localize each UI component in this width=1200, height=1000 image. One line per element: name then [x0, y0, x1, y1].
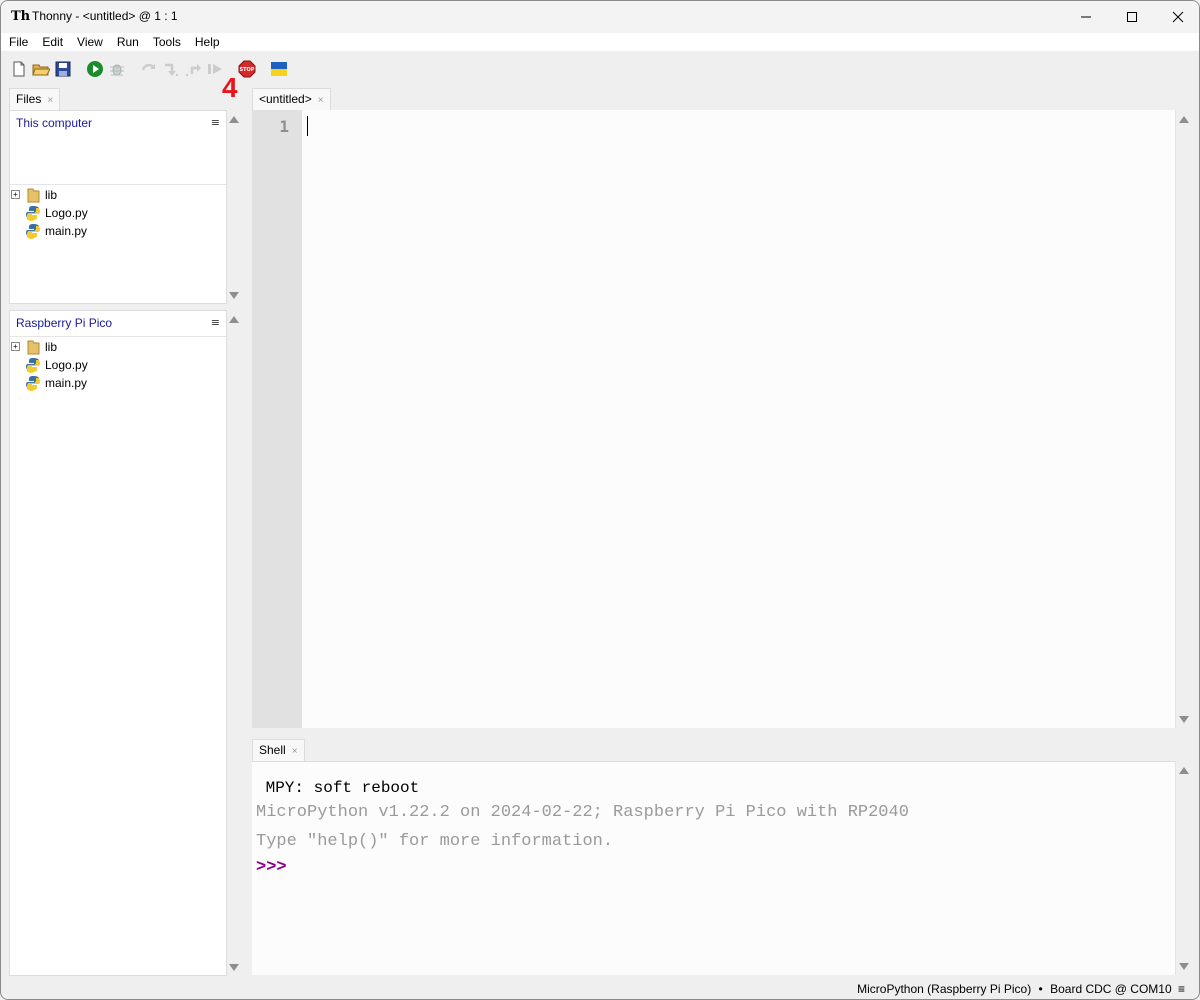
this-computer-header: This computer [16, 116, 93, 130]
port-status[interactable]: Board CDC @ COM10 [1050, 982, 1172, 996]
folder-open-icon [32, 64, 51, 76]
scroll-up-icon[interactable] [229, 316, 239, 323]
shell-line: MPY: soft reboot [256, 779, 420, 797]
file-name: lib [45, 188, 58, 202]
stop-icon: STOP [238, 60, 256, 78]
line-number-gutter: 1 [252, 110, 302, 728]
close-icon [1172, 11, 1184, 23]
menu-run[interactable]: Run [109, 33, 145, 51]
python-file-icon [26, 224, 40, 239]
close-icon[interactable]: × [318, 95, 324, 106]
save-file-button[interactable] [54, 60, 72, 78]
shell-prompt: >>> [256, 858, 287, 877]
shell-scrollbar[interactable] [1175, 761, 1191, 975]
debug-button[interactable] [108, 60, 126, 78]
stop-label: STOP [240, 67, 255, 73]
step-into-button[interactable] [162, 60, 180, 78]
run-button[interactable] [86, 60, 104, 78]
menu-help[interactable]: Help [187, 33, 226, 51]
ukraine-support-button[interactable] [270, 60, 288, 78]
new-file-button[interactable] [10, 60, 28, 78]
tab-untitled[interactable]: <untitled> × [252, 88, 331, 110]
thonny-logo-icon: Th [11, 9, 31, 24]
minimize-icon [1081, 16, 1091, 18]
close-icon[interactable]: × [47, 95, 53, 106]
title-bar: Th Thonny - <untitled> @ 1 : 1 [1, 1, 1199, 33]
close-icon[interactable]: × [292, 746, 298, 757]
window-title: Thonny - <untitled> @ 1 : 1 [32, 9, 178, 23]
tab-files[interactable]: Files × [9, 88, 61, 110]
run-icon [87, 61, 103, 77]
expand-icon[interactable]: + [11, 190, 20, 199]
close-window-button[interactable] [1155, 1, 1199, 33]
minimize-button[interactable] [1063, 1, 1109, 33]
folder-icon [27, 188, 40, 203]
python-file-icon [26, 358, 40, 373]
file-name: lib [45, 340, 58, 354]
tab-shell[interactable]: Shell × [252, 739, 305, 761]
this-computer-panel: This computer ≡ + lib Logo.py main.py [9, 110, 227, 304]
this-computer-scrollbar[interactable] [227, 110, 242, 304]
file-name: Logo.py [45, 358, 88, 372]
shell-line: MicroPython v1.22.2 on 2024-02-22; Raspb… [256, 803, 909, 822]
panel-menu-icon[interactable]: ≡ [211, 116, 220, 129]
device-panel: Raspberry Pi Pico ≡ + lib Logo.py main.p… [9, 310, 227, 976]
panel-menu-icon[interactable]: ≡ [211, 316, 220, 329]
tab-files-label: Files [16, 92, 42, 106]
scroll-down-icon[interactable] [229, 964, 239, 971]
code-editor[interactable] [302, 110, 1175, 728]
menu-bar: File Edit View Run Tools Help [1, 33, 1199, 51]
step-into-icon [165, 63, 178, 76]
ukraine-flag-icon [271, 62, 287, 76]
shell-tab-label: Shell [259, 743, 286, 757]
shell-console[interactable]: MPY: soft reboot MicroPython v1.22.2 on … [252, 761, 1175, 975]
folder-icon [27, 340, 40, 355]
file-name: main.py [45, 224, 88, 238]
stop-button[interactable]: STOP [238, 60, 256, 78]
text-caret [307, 116, 308, 136]
status-separator: • [1038, 982, 1043, 996]
toolbar: STOP [1, 53, 1199, 83]
bug-icon [110, 64, 124, 76]
scroll-up-icon[interactable] [229, 116, 239, 123]
new-file-icon [13, 61, 25, 77]
maximize-button[interactable] [1109, 1, 1155, 33]
scroll-down-icon[interactable] [229, 292, 239, 299]
interpreter-status[interactable]: MicroPython (Raspberry Pi Pico) [857, 982, 1031, 996]
line-number: 1 [279, 117, 289, 136]
device-header: Raspberry Pi Pico [16, 316, 113, 330]
file-name: Logo.py [45, 206, 88, 220]
step-out-button[interactable] [184, 60, 202, 78]
menu-view[interactable]: View [69, 33, 109, 51]
device-scrollbar[interactable] [227, 310, 242, 976]
maximize-icon [1127, 12, 1137, 22]
scroll-up-icon[interactable] [1179, 767, 1189, 774]
status-menu-icon[interactable]: ≡ [1178, 982, 1185, 996]
step-over-button[interactable] [140, 60, 158, 78]
menu-edit[interactable]: Edit [34, 33, 69, 51]
step-over-icon [141, 63, 156, 71]
shell-line: Type "help()" for more information. [256, 832, 614, 851]
step-out-icon [186, 64, 201, 76]
scroll-down-icon[interactable] [1179, 716, 1189, 723]
annotation-number: 4 [222, 72, 238, 103]
thonny-window: Th Thonny - <untitled> @ 1 : 1 File Edit… [0, 0, 1200, 1000]
scroll-down-icon[interactable] [1179, 963, 1189, 970]
open-file-button[interactable] [32, 60, 51, 78]
editor-scrollbar[interactable] [1175, 110, 1191, 728]
scroll-up-icon[interactable] [1179, 116, 1189, 123]
expand-icon[interactable]: + [11, 342, 20, 351]
menu-file[interactable]: File [1, 33, 34, 51]
file-name: main.py [45, 376, 88, 390]
save-icon [55, 61, 71, 77]
menu-tools[interactable]: Tools [145, 33, 187, 51]
python-file-icon [26, 206, 40, 221]
python-file-icon [26, 376, 40, 391]
status-bar[interactable]: MicroPython (Raspberry Pi Pico) • Board … [857, 982, 1185, 996]
editor-tab-label: <untitled> [259, 92, 312, 106]
